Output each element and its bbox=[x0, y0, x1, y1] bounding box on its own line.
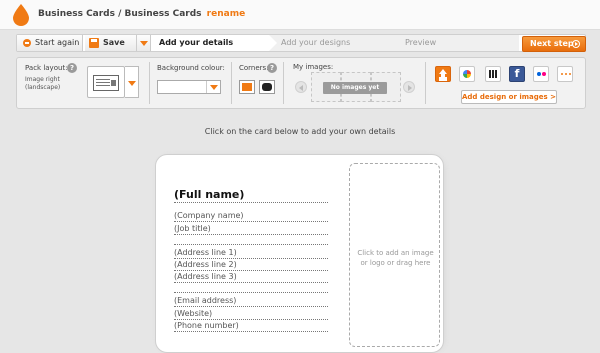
card-image-dropzone[interactable]: Click to add an image or logo or drag he… bbox=[349, 163, 440, 347]
step-preview[interactable]: Preview bbox=[393, 35, 519, 51]
dropzone-hint-text: Click to add an image or logo or drag he… bbox=[357, 249, 434, 267]
card-blank-line[interactable] bbox=[174, 236, 328, 245]
qr-code-icon[interactable] bbox=[485, 66, 501, 82]
business-card[interactable]: (Full name) (Company name) (Job title) (… bbox=[155, 154, 444, 353]
breadcrumb: Business Cards / Business Cards rename bbox=[38, 9, 245, 19]
card-address-line-3-field[interactable]: (Address line 3) bbox=[174, 271, 328, 283]
card-company-name-field[interactable]: (Company name) bbox=[174, 210, 328, 222]
card-job-title-field[interactable]: (Job title) bbox=[174, 223, 328, 235]
pack-layout-select[interactable] bbox=[87, 66, 125, 98]
my-images-label: My images: bbox=[293, 63, 334, 71]
design-toolbar: Pack layout: ? Image right (landscape) B… bbox=[16, 57, 586, 109]
start-again-button[interactable]: Start again bbox=[17, 35, 83, 51]
background-colour-label: Background colour: bbox=[157, 64, 225, 72]
layout-preview-icon bbox=[93, 75, 119, 91]
steps-bar: Start again Save Add your details Add yo… bbox=[16, 34, 586, 52]
rounded-corner-icon bbox=[262, 83, 272, 91]
pack-layout-value-line1: Image right bbox=[25, 76, 60, 83]
chevron-down-icon bbox=[206, 81, 220, 93]
my-images-strip: No images yet bbox=[311, 72, 401, 102]
save-dropdown-button[interactable] bbox=[137, 35, 151, 51]
no-images-badge: No images yet bbox=[323, 82, 387, 94]
flickr-icon[interactable] bbox=[533, 66, 549, 82]
card-website-field[interactable]: (Website) bbox=[174, 308, 328, 320]
save-icon bbox=[89, 38, 99, 48]
card-email-field[interactable]: (Email address) bbox=[174, 295, 328, 307]
corners-square-option[interactable] bbox=[239, 80, 255, 94]
card-phone-number-field[interactable]: (Phone number) bbox=[174, 320, 328, 332]
next-step-button[interactable]: Next step bbox=[522, 36, 586, 52]
next-step-label: Next step bbox=[530, 39, 574, 48]
divider bbox=[425, 62, 426, 104]
card-address-line-2-field[interactable]: (Address line 2) bbox=[174, 259, 328, 271]
step-add-details[interactable]: Add your details bbox=[151, 35, 277, 51]
top-bar: Business Cards / Business Cards rename bbox=[0, 0, 600, 30]
more-icon[interactable] bbox=[557, 66, 573, 82]
card-instruction: Click on the card below to add your own … bbox=[204, 127, 396, 136]
square-corner-icon bbox=[242, 83, 252, 91]
divider bbox=[231, 62, 232, 104]
pack-layout-dropdown-button[interactable] bbox=[125, 66, 139, 98]
upload-icon[interactable] bbox=[435, 66, 451, 82]
divider bbox=[149, 62, 150, 104]
corners-rounded-option[interactable] bbox=[259, 80, 275, 94]
divider bbox=[283, 62, 284, 104]
save-button[interactable]: Save bbox=[85, 35, 137, 51]
pack-layout-value-line2: (landscape) bbox=[25, 84, 61, 91]
start-again-icon bbox=[23, 39, 31, 47]
pack-layout-label: Pack layout: bbox=[25, 64, 68, 72]
add-design-or-images-button[interactable]: Add design or images > bbox=[461, 90, 557, 104]
rename-link[interactable]: rename bbox=[207, 9, 246, 19]
pack-layout-help-icon[interactable]: ? bbox=[67, 63, 77, 73]
step-add-designs[interactable]: Add your designs bbox=[269, 35, 401, 51]
arrow-right-circle-icon bbox=[572, 40, 580, 48]
start-again-label: Start again bbox=[35, 38, 80, 47]
save-label: Save bbox=[103, 38, 125, 47]
card-address-line-1-field[interactable]: (Address line 1) bbox=[174, 247, 328, 259]
corners-help-icon[interactable]: ? bbox=[267, 63, 277, 73]
background-colour-select[interactable] bbox=[157, 80, 221, 94]
facebook-icon[interactable]: f bbox=[509, 66, 525, 82]
picasa-icon[interactable] bbox=[459, 66, 475, 82]
card-blank-line[interactable] bbox=[174, 284, 328, 293]
images-prev-button[interactable] bbox=[295, 81, 307, 93]
breadcrumb-path: Business Cards / Business Cards bbox=[38, 9, 202, 19]
corners-label: Corners: bbox=[239, 64, 269, 72]
logo-drop-icon bbox=[13, 4, 29, 26]
card-full-name-field[interactable]: (Full name) bbox=[174, 189, 328, 203]
images-next-button[interactable] bbox=[403, 81, 415, 93]
